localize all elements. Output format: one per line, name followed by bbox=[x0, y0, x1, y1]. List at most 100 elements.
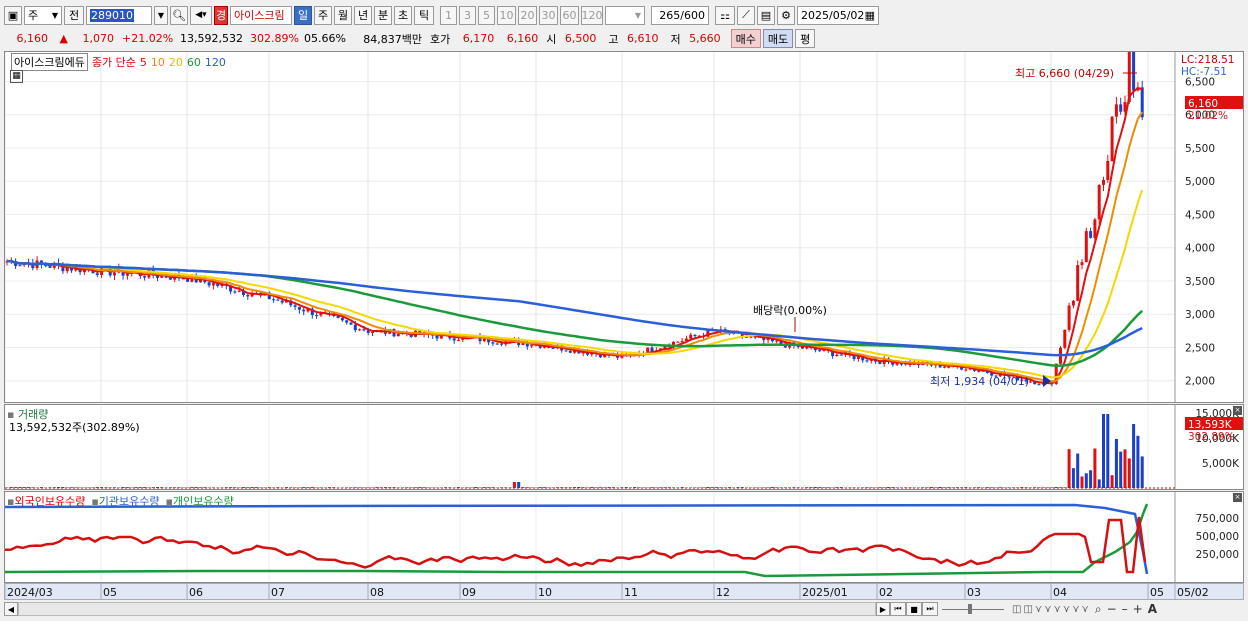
y-tick-label: 5,500 bbox=[1185, 143, 1215, 155]
volume-bar bbox=[581, 487, 585, 488]
interval-select[interactable]: ▼ bbox=[605, 5, 645, 25]
forward-icon[interactable]: ⏭ bbox=[922, 602, 938, 616]
volume-bar bbox=[779, 487, 783, 488]
volume-bar bbox=[930, 487, 933, 488]
interval-20[interactable]: 20 bbox=[518, 5, 537, 25]
x-tick-label: 12 bbox=[716, 586, 730, 599]
volume-bar bbox=[345, 487, 349, 488]
volume-bar bbox=[414, 487, 417, 488]
volume-bar bbox=[1123, 449, 1127, 488]
y-tick-label: 4,000 bbox=[1185, 243, 1215, 255]
interval-10[interactable]: 10 bbox=[497, 5, 516, 25]
period-second[interactable]: 초 bbox=[394, 5, 412, 25]
period-month[interactable]: 월 bbox=[334, 5, 352, 25]
period-minute[interactable]: 분 bbox=[374, 5, 392, 25]
avg-button[interactable]: 평 bbox=[795, 29, 816, 48]
ma120-label: 120 bbox=[204, 55, 226, 69]
code-input[interactable]: 289010 bbox=[86, 5, 152, 25]
interval-3[interactable]: 3 bbox=[459, 5, 476, 25]
period-week[interactable]: 주 bbox=[314, 5, 332, 25]
zoom-search-icon[interactable]: ⌕ bbox=[1095, 602, 1102, 617]
volume-bar bbox=[409, 487, 413, 488]
volume-bar bbox=[908, 487, 912, 488]
code-dropdown-icon[interactable]: ▼ bbox=[154, 5, 168, 25]
volume-bar bbox=[766, 487, 770, 488]
search-icon[interactable]: 🔍︎ bbox=[170, 5, 188, 25]
volume-bar bbox=[650, 487, 654, 488]
period-year[interactable]: 년 bbox=[354, 5, 372, 25]
volume-bar bbox=[405, 487, 409, 488]
rewind-icon[interactable]: ⏮ bbox=[890, 602, 906, 616]
volume-bar bbox=[1080, 476, 1084, 488]
mode-button[interactable]: 전 bbox=[64, 5, 84, 25]
table-icon[interactable]: ▦ bbox=[10, 70, 23, 83]
close-icon[interactable]: × bbox=[1233, 406, 1242, 415]
tool-icon[interactable]: ◫ bbox=[1012, 604, 1021, 615]
scroll-right-icon[interactable]: ▶ bbox=[876, 602, 890, 616]
volume-bar bbox=[91, 487, 95, 488]
price-chart[interactable]: 6,5006,0005,5005,0004,5004,0003,5003,000… bbox=[5, 52, 1243, 402]
volume-value: 13,592,532 bbox=[180, 32, 243, 45]
volume-bar bbox=[869, 487, 873, 488]
volume-bar bbox=[1007, 487, 1011, 488]
volume-bar bbox=[663, 487, 667, 488]
volume-bar bbox=[1050, 487, 1054, 488]
volume-chart[interactable]: 15,000K10,000K5,000K13,593K302.89% bbox=[5, 405, 1243, 489]
interval-60[interactable]: 60 bbox=[560, 5, 579, 25]
price-panel[interactable]: 6,500 6,000 5,500 5,000 4,500 4,000 3,500 3,000… bbox=[4, 51, 1244, 403]
buy-button[interactable]: 매수 bbox=[730, 29, 761, 48]
candle-icon[interactable]: ⚏ bbox=[715, 5, 735, 25]
interval-30[interactable]: 30 bbox=[539, 5, 558, 25]
close-icon[interactable]: × bbox=[1233, 493, 1242, 502]
sell-button[interactable]: 매도 bbox=[762, 29, 794, 48]
scrollbar-track[interactable] bbox=[18, 602, 876, 616]
volume-bar bbox=[659, 487, 663, 488]
volume-bar bbox=[439, 487, 443, 488]
scroll-left-icon[interactable]: ◀ bbox=[4, 602, 18, 616]
y-tick-label: 750,000 bbox=[1196, 513, 1239, 525]
gear-icon[interactable]: ⚙ bbox=[777, 5, 795, 25]
volume-bar bbox=[302, 487, 306, 488]
zoom-in-icon[interactable]: + bbox=[1133, 602, 1143, 617]
volume-bar bbox=[272, 487, 276, 488]
count-field[interactable]: 265/600 bbox=[651, 5, 709, 25]
period-tick[interactable]: 틱 bbox=[414, 5, 434, 25]
market-value: 주 bbox=[28, 9, 39, 22]
price-legend: 아이스크림에듀 종가 단순 5 10 20 60 120 bbox=[11, 53, 226, 71]
volume-bar bbox=[242, 487, 245, 488]
tool-icon[interactable]: ⋎ bbox=[1054, 604, 1061, 615]
speaker-icon[interactable]: ◀▾ bbox=[190, 5, 212, 25]
x-tick-label: 2025/01 bbox=[802, 586, 848, 599]
zoom-slider[interactable] bbox=[938, 602, 1008, 616]
market-select[interactable]: 주 ▼ bbox=[24, 5, 62, 25]
y-tick-label: 250,000 bbox=[1196, 549, 1239, 561]
volume-bar bbox=[9, 487, 13, 488]
holding-panel[interactable]: 750,000 500,000 250,000 ▪외국인보유수량 ▪기관보유수량 ▪… bbox=[4, 491, 1244, 583]
zoom-out-icon[interactable]: − bbox=[1107, 602, 1117, 617]
interval-5[interactable]: 5 bbox=[478, 5, 495, 25]
draw-icon[interactable]: ⟋ bbox=[737, 5, 755, 25]
candle-body bbox=[1089, 231, 1093, 238]
volume-panel[interactable]: 15,000K 10,000K 5,000K 13,593K 302.89% ▪ 거래량… bbox=[4, 404, 1244, 490]
tool-icon[interactable]: ⋎ bbox=[1044, 604, 1051, 615]
date-field[interactable]: 2025/05/02 ▦ bbox=[797, 5, 879, 25]
tool-icon[interactable]: ⋎ bbox=[1072, 604, 1079, 615]
y-tick-label: 6,500 bbox=[1185, 76, 1215, 88]
tool-icon[interactable]: ⋎ bbox=[1035, 604, 1042, 615]
period-day[interactable]: 일 bbox=[294, 5, 312, 25]
interval-1[interactable]: 1 bbox=[440, 5, 457, 25]
tool-icon[interactable]: ⋎ bbox=[1082, 604, 1089, 615]
tool-icon[interactable]: ⋎ bbox=[1063, 604, 1070, 615]
auto-icon[interactable]: A bbox=[1148, 602, 1157, 617]
candle-body bbox=[689, 334, 693, 339]
minus-icon[interactable]: – bbox=[1122, 602, 1128, 617]
window-icon[interactable]: ▣ bbox=[4, 5, 22, 25]
candle-body bbox=[353, 324, 357, 331]
save-icon[interactable]: ▤ bbox=[757, 5, 775, 25]
open-label: 시 bbox=[546, 32, 557, 46]
candle-body bbox=[233, 291, 237, 293]
stop-icon[interactable]: ■ bbox=[906, 602, 922, 616]
volume-bar bbox=[125, 487, 129, 488]
tool-icon[interactable]: ◫ bbox=[1023, 604, 1032, 615]
interval-120[interactable]: 120 bbox=[581, 5, 603, 25]
